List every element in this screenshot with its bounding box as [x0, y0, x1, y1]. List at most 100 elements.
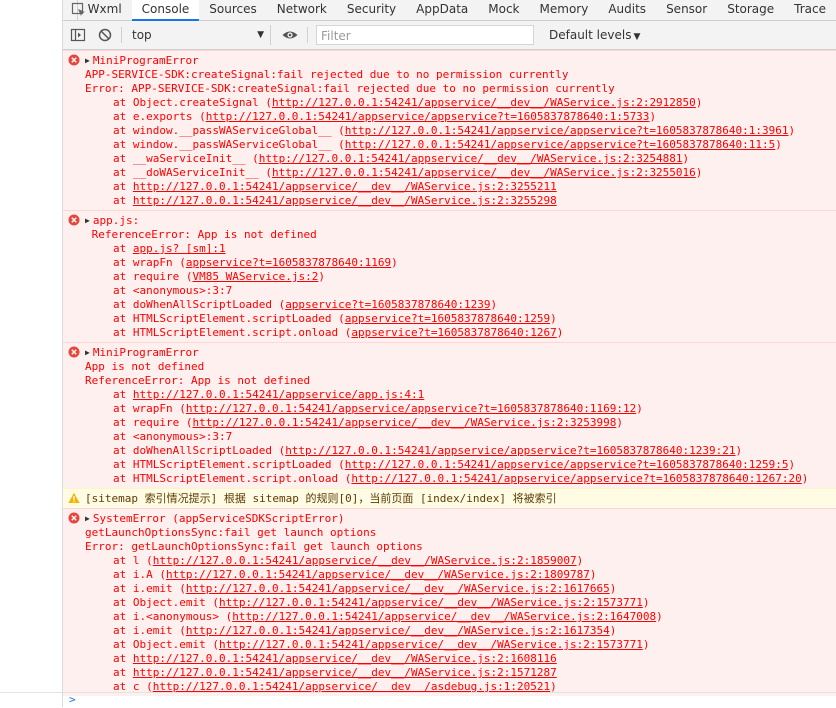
message-title[interactable]: ▶MiniProgramError [85, 346, 836, 360]
source-link[interactable]: app.js? [sm]:1 [133, 242, 226, 255]
toolbar-separator [307, 27, 308, 43]
frame-function: at HTMLScriptElement.script.onload ( [113, 326, 351, 339]
source-link[interactable]: http://127.0.0.1:54241/appservice/__dev_… [133, 666, 557, 679]
source-link[interactable]: http://127.0.0.1:54241/appservice/__dev_… [153, 554, 577, 567]
toggle-sidebar-button[interactable] [69, 26, 87, 44]
source-link[interactable]: appservice?t=1605837878640:1267 [351, 326, 556, 339]
stack-frame: at HTMLScriptElement.scriptLoaded (appse… [85, 312, 836, 326]
stack-frame: at e.exports (http://127.0.0.1:54241/app… [85, 110, 836, 124]
tab-network[interactable]: Network [267, 0, 337, 20]
stack-frame: at doWhenAllScriptLoaded (http://127.0.0… [85, 444, 836, 458]
context-selector[interactable]: top ▼ [128, 25, 271, 45]
frame-suffix: ) [775, 138, 782, 151]
clear-console-icon [96, 26, 114, 44]
tab-sensor[interactable]: Sensor [656, 0, 717, 20]
frame-function: at i.<anonymous> ( [113, 610, 232, 623]
message-title[interactable]: ▶app.js: [85, 214, 836, 228]
frame-suffix: ) [802, 472, 809, 485]
tab-memory[interactable]: Memory [530, 0, 599, 20]
frame-function: at [113, 180, 133, 193]
frame-suffix: ) [391, 256, 398, 269]
source-link[interactable]: http://127.0.0.1:54241/appservice/appser… [351, 472, 801, 485]
frame-suffix: ) [643, 638, 650, 651]
error-message: ▶MiniProgramErrorAPP-SERVICE-SDK:createS… [63, 50, 836, 210]
source-link[interactable]: http://127.0.0.1:54241/appservice/appser… [206, 110, 650, 123]
tab-wxml[interactable]: Wxml [78, 0, 132, 20]
source-link[interactable]: http://127.0.0.1:54241/appservice/appser… [285, 444, 735, 457]
error-icon [68, 214, 80, 226]
expand-triangle-icon[interactable]: ▶ [85, 54, 90, 68]
source-link[interactable]: appservice?t=1605837878640:1259 [345, 312, 550, 325]
inspect-element-button[interactable] [63, 0, 73, 20]
expand-triangle-icon[interactable]: ▶ [85, 346, 90, 360]
source-link[interactable]: http://127.0.0.1:54241/appservice/app.js… [133, 388, 424, 401]
source-link[interactable]: http://127.0.0.1:54241/appservice/__dev_… [272, 96, 696, 109]
stack-frame: at __doWAServiceInit__ (http://127.0.0.1… [85, 166, 836, 180]
clear-console-button[interactable] [96, 26, 114, 44]
message-text: getLaunchOptionsSync:fail get launch opt… [85, 526, 836, 540]
source-link[interactable]: http://127.0.0.1:54241/appservice/__dev_… [192, 416, 616, 429]
source-link[interactable]: http://127.0.0.1:54241/appservice/__dev_… [272, 166, 696, 179]
stack-frame: at <anonymous>:3:7 [85, 430, 836, 444]
tab-storage[interactable]: Storage [717, 0, 784, 20]
frame-suffix: ) [643, 596, 650, 609]
message-text: ReferenceError: App is not defined [85, 374, 836, 388]
stack-frame: at require (http://127.0.0.1:54241/appse… [85, 416, 836, 430]
toolbar-separator [121, 27, 122, 43]
frame-function: at Object.createSignal ( [113, 96, 272, 109]
source-link[interactable]: http://127.0.0.1:54241/appservice/__dev_… [219, 596, 643, 609]
message-title-text: app.js: [93, 214, 139, 227]
frame-suffix: ) [696, 96, 703, 109]
console-prompt[interactable]: > [63, 692, 836, 708]
stack-frame: at http://127.0.0.1:54241/appservice/__d… [85, 194, 836, 208]
frame-function: at HTMLScriptElement.script.onload ( [113, 472, 351, 485]
source-link[interactable]: http://127.0.0.1:54241/appservice/__dev_… [259, 152, 683, 165]
tab-appdata[interactable]: AppData [406, 0, 478, 20]
tab-list: WxmlConsoleSourcesNetworkSecurityAppData… [78, 0, 836, 20]
stack-frame: at app.js? [sm]:1 [85, 242, 836, 256]
message-title[interactable]: ▶MiniProgramError [85, 54, 836, 68]
tab-security[interactable]: Security [337, 0, 406, 20]
tab-console[interactable]: Console [132, 0, 200, 20]
log-levels-dropdown[interactable]: Default levels▼ [549, 25, 640, 45]
source-link[interactable]: http://127.0.0.1:54241/appservice/__dev_… [166, 568, 590, 581]
prompt-caret-icon: > [69, 693, 76, 706]
source-link[interactable]: http://127.0.0.1:54241/appservice/__dev_… [219, 638, 643, 651]
tab-mock[interactable]: Mock [478, 0, 529, 20]
message-title[interactable]: ▶SystemError (appServiceSDKScriptError) [85, 512, 836, 526]
frame-suffix: ) [550, 312, 557, 325]
source-link[interactable]: appservice?t=1605837878640:1169 [186, 256, 391, 269]
stack-frame: at <anonymous>:3:7 [85, 284, 836, 298]
source-link[interactable]: appservice?t=1605837878640:1239 [285, 298, 490, 311]
frame-suffix: ) [557, 326, 564, 339]
tab-sources[interactable]: Sources [199, 0, 266, 20]
source-link[interactable]: http://127.0.0.1:54241/appservice/appser… [345, 458, 789, 471]
filter-input[interactable] [321, 28, 521, 44]
frame-suffix: ) [696, 166, 703, 179]
source-link[interactable]: http://127.0.0.1:54241/appservice/appser… [345, 138, 775, 151]
stack-frame: at l (http://127.0.0.1:54241/appservice/… [85, 554, 836, 568]
source-link[interactable]: VM85 WAService.js:2 [192, 270, 318, 283]
warning-icon [68, 492, 80, 504]
filter-field[interactable] [316, 25, 534, 45]
source-link[interactable]: http://127.0.0.1:54241/appservice/__dev_… [232, 610, 656, 623]
source-link[interactable]: http://127.0.0.1:54241/appservice/appser… [345, 124, 789, 137]
tab-audits[interactable]: Audits [598, 0, 656, 20]
frame-function: at e.exports ( [113, 110, 206, 123]
expand-triangle-icon[interactable]: ▶ [85, 214, 90, 228]
expand-triangle-icon[interactable]: ▶ [85, 512, 90, 526]
source-link[interactable]: http://127.0.0.1:54241/appservice/__dev_… [133, 180, 557, 193]
tab-bar: WxmlConsoleSourcesNetworkSecurityAppData… [63, 0, 836, 21]
frame-suffix: ) [491, 298, 498, 311]
live-expression-button[interactable] [281, 26, 299, 44]
source-link[interactable]: http://127.0.0.1:54241/appservice/__dev_… [186, 624, 610, 637]
tab-trace[interactable]: Trace [784, 0, 836, 20]
source-link[interactable]: http://127.0.0.1:54241/appservice/__dev_… [186, 582, 610, 595]
frame-function: at __doWAServiceInit__ ( [113, 166, 272, 179]
frame-function: at wrapFn ( [113, 256, 186, 269]
source-link[interactable]: http://127.0.0.1:54241/appservice/__dev_… [133, 652, 557, 665]
message-text: App is not defined [85, 360, 836, 374]
source-link[interactable]: http://127.0.0.1:54241/appservice/__dev_… [133, 194, 557, 207]
source-link[interactable]: http://127.0.0.1:54241/appservice/appser… [186, 402, 636, 415]
frame-suffix: ) [577, 554, 584, 567]
